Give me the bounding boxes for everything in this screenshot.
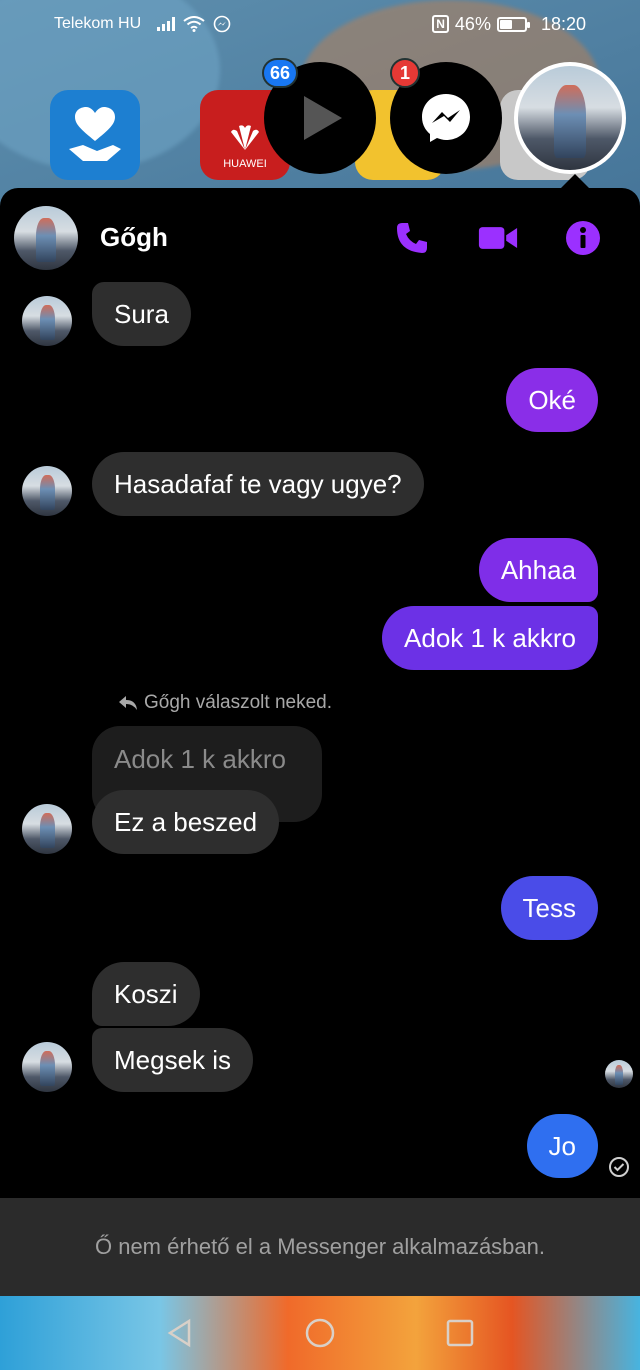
recents-button[interactable] (440, 1313, 480, 1353)
home-button[interactable] (300, 1313, 340, 1353)
nfc-icon: N (432, 15, 449, 33)
chat-header: Gőgh (0, 188, 640, 288)
message-bubble[interactable]: Tess (500, 876, 598, 940)
quoted-message-text: Adok 1 k akkro (114, 744, 286, 774)
contact-name[interactable]: Gőgh (100, 222, 168, 253)
chat-panel: Gőgh Sura Oké Hasadafaf te vagy ugye? Ah… (0, 188, 640, 1296)
contact-avatar[interactable] (14, 206, 78, 270)
avatar (518, 66, 622, 170)
signal-icon (157, 17, 176, 31)
back-button[interactable] (160, 1313, 200, 1353)
video-call-button[interactable] (478, 218, 518, 258)
clock: 18:20 (540, 13, 586, 34)
message-bubble[interactable]: Ez a beszed (92, 790, 280, 854)
seen-avatar (605, 1060, 633, 1088)
reply-notice: Gőgh válaszolt neked. (118, 692, 332, 714)
notification-badge: 1 (390, 58, 420, 88)
message-bubble[interactable]: Megsek is (92, 1028, 254, 1092)
contact-avatar[interactable] (22, 296, 72, 346)
video-camera-icon (478, 227, 518, 249)
health-app-icon[interactable] (50, 90, 140, 180)
unavailable-notice-text: Ő nem érhető el a Messenger alkalmazásba… (94, 1234, 545, 1259)
home-circle-icon (305, 1318, 335, 1348)
delivered-check-icon (609, 1157, 629, 1177)
battery-icon (496, 16, 530, 32)
reply-notice-text: Gőgh válaszolt neked. (144, 692, 333, 713)
huawei-logo-icon (231, 125, 259, 150)
contact-avatar[interactable] (22, 804, 72, 854)
message-bubble[interactable]: Adok 1 k akkro (382, 606, 598, 670)
system-navigation-bar (0, 1296, 640, 1370)
phone-icon (397, 223, 427, 253)
battery-percent: 46% (454, 13, 491, 34)
voice-call-button[interactable] (392, 218, 432, 258)
status-bar: Telekom HU N 46% 18:20 (0, 0, 640, 48)
reply-arrow-icon (119, 696, 137, 710)
notification-badge: 66 (262, 58, 299, 88)
play-icon (304, 96, 342, 140)
contact-chat-head[interactable] (514, 62, 626, 174)
back-triangle-icon (167, 1318, 191, 1348)
info-icon (566, 221, 600, 255)
message-bubble[interactable]: Sura (92, 282, 191, 346)
message-bubble[interactable]: Oké (506, 368, 598, 432)
messenger-icon (422, 94, 470, 142)
recents-square-icon (446, 1319, 474, 1347)
unavailable-notice: Ő nem érhető el a Messenger alkalmazásba… (0, 1198, 640, 1296)
conversation-info-button[interactable] (563, 218, 603, 258)
message-bubble[interactable]: Hasadafaf te vagy ugye? (92, 452, 424, 516)
messenger-chat-head[interactable]: 1 (390, 58, 502, 174)
carrier-name: Telekom HU (54, 15, 142, 32)
battery-fill (499, 19, 512, 29)
message-bubble[interactable]: Koszi (92, 962, 200, 1026)
messenger-notification-icon (213, 15, 231, 33)
contact-avatar[interactable] (22, 1042, 72, 1092)
contact-avatar[interactable] (22, 466, 72, 516)
message-bubble[interactable]: Jo (526, 1114, 598, 1178)
video-chat-head[interactable]: 66 (262, 58, 376, 174)
message-bubble[interactable]: Ahhaa (478, 538, 598, 602)
wifi-icon (183, 16, 205, 32)
huawei-label: HUAWEI (223, 158, 267, 170)
panel-pointer (560, 174, 590, 189)
